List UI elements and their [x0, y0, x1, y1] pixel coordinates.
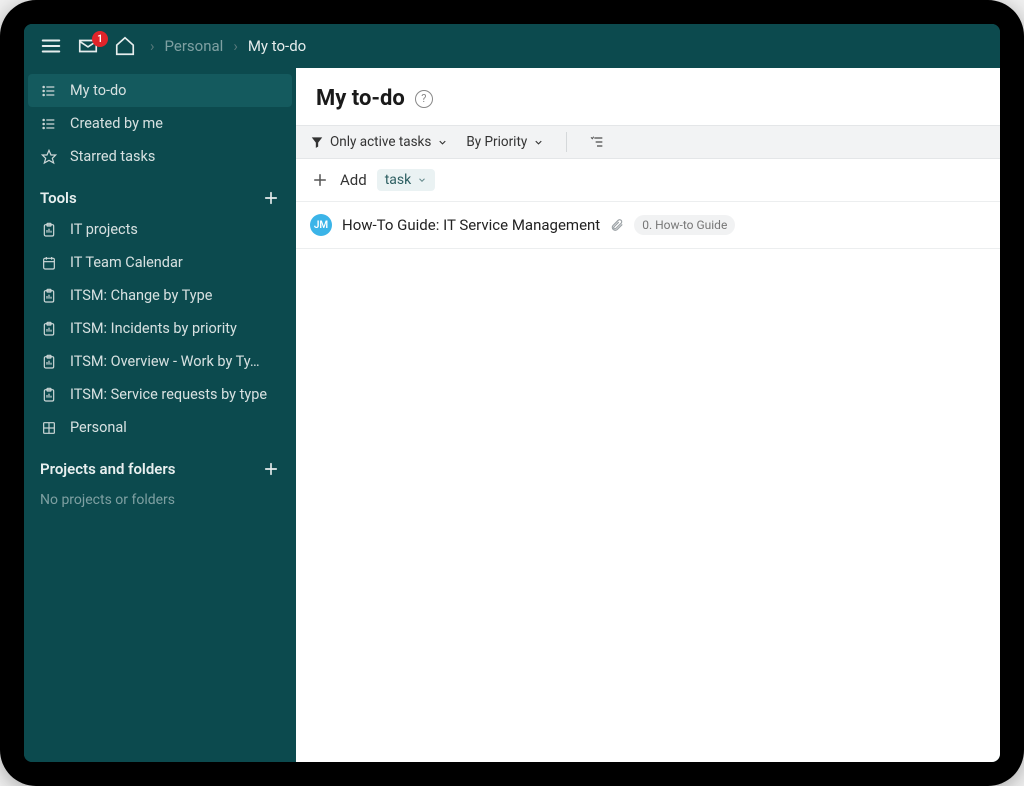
sidebar-item[interactable]: ITSM: Overview - Work by Ty… [24, 345, 296, 378]
help-icon[interactable]: ? [415, 90, 433, 108]
tablet-frame: 1 › Personal › My to-do My to-do Created … [0, 0, 1024, 786]
avatar: JM [310, 214, 332, 236]
filter-active-label: Only active tasks [330, 134, 431, 150]
task-row[interactable]: JM How-To Guide: IT Service Management 0. … [296, 202, 1000, 249]
add-task-row[interactable]: Add task [296, 159, 1000, 202]
sort-label: By Priority [466, 134, 527, 150]
chevron-down-icon [533, 137, 544, 148]
sidebar-item[interactable]: Personal [24, 411, 296, 444]
paperclip-icon [610, 218, 624, 232]
sidebar-section-projects: Projects and folders [24, 444, 296, 484]
app-screen: 1 › Personal › My to-do My to-do Created … [24, 24, 1000, 762]
sidebar-item-label: IT projects [70, 221, 280, 238]
task-tag: 0. How-to Guide [634, 215, 735, 235]
list-icon [40, 116, 58, 132]
sidebar-item[interactable]: Starred tasks [24, 140, 296, 173]
report-icon [40, 288, 58, 304]
add-label: Add [340, 171, 367, 189]
funnel-icon [310, 135, 324, 149]
sidebar-item-label: ITSM: Change by Type [70, 287, 280, 304]
report-icon [40, 222, 58, 238]
chevron-down-icon [437, 137, 448, 148]
sidebar-item-label: ITSM: Incidents by priority [70, 320, 280, 337]
subtasks-toggle[interactable] [589, 134, 605, 150]
breadcrumb-current: My to-do [248, 37, 306, 55]
chevron-right-icon: › [233, 37, 238, 55]
report-icon [40, 354, 58, 370]
projects-empty-text: No projects or folders [24, 484, 296, 516]
add-chip-label: task [385, 172, 412, 188]
chevron-down-icon [417, 175, 427, 185]
tools-header-label: Tools [40, 189, 77, 207]
star-icon [40, 149, 58, 165]
add-type-chip[interactable]: task [377, 169, 436, 191]
chevron-right-icon: › [150, 37, 155, 55]
sidebar-item[interactable]: ITSM: Change by Type [24, 279, 296, 312]
page-title: My to-do [316, 86, 405, 111]
sidebar-item[interactable]: ITSM: Service requests by type [24, 378, 296, 411]
sidebar-item-label: IT Team Calendar [70, 254, 280, 271]
task-list: JM How-To Guide: IT Service Management 0. … [296, 202, 1000, 249]
sidebar-item[interactable]: IT Team Calendar [24, 246, 296, 279]
add-project-button[interactable] [262, 460, 280, 478]
sidebar-item-label: Personal [70, 419, 280, 436]
main-header: My to-do ? [296, 68, 1000, 125]
grid-icon [40, 420, 58, 436]
sidebar-item[interactable]: IT projects [24, 213, 296, 246]
list-icon [40, 83, 58, 99]
breadcrumb: › Personal › My to-do [150, 37, 306, 55]
sidebar-section-tools: Tools [24, 173, 296, 213]
sidebar-item[interactable]: Created by me [24, 107, 296, 140]
sort-dropdown[interactable]: By Priority [466, 134, 544, 150]
main-panel: My to-do ? Only active tasks By Priority [296, 68, 1000, 762]
report-icon [40, 321, 58, 337]
separator [566, 132, 567, 152]
sidebar-item[interactable]: ITSM: Incidents by priority [24, 312, 296, 345]
sidebar-item-label: ITSM: Service requests by type [70, 386, 280, 403]
app-body: My to-do Created by me Starred tasks Tools… [24, 68, 1000, 762]
sidebar: My to-do Created by me Starred tasks Tools… [24, 68, 296, 762]
home-icon[interactable] [114, 35, 136, 57]
calendar-icon [40, 255, 58, 271]
sidebar-item-label: Created by me [70, 115, 280, 132]
plus-icon [310, 170, 330, 190]
task-title: How-To Guide: IT Service Management [342, 216, 600, 234]
filter-bar: Only active tasks By Priority [296, 125, 1000, 159]
report-icon [40, 387, 58, 403]
topbar: 1 › Personal › My to-do [24, 24, 1000, 68]
add-tool-button[interactable] [262, 189, 280, 207]
breadcrumb-parent[interactable]: Personal [165, 37, 224, 55]
sidebar-item[interactable]: My to-do [28, 74, 292, 107]
projects-header-label: Projects and folders [40, 460, 175, 478]
filter-active-tasks[interactable]: Only active tasks [310, 134, 448, 150]
sidebar-item-label: Starred tasks [70, 148, 280, 165]
inbox-icon[interactable]: 1 [76, 35, 100, 57]
subtasks-icon [589, 134, 605, 150]
sidebar-item-label: ITSM: Overview - Work by Ty… [70, 353, 280, 370]
hamburger-menu-icon[interactable] [40, 35, 62, 57]
inbox-badge: 1 [92, 31, 108, 47]
sidebar-item-label: My to-do [70, 82, 280, 99]
